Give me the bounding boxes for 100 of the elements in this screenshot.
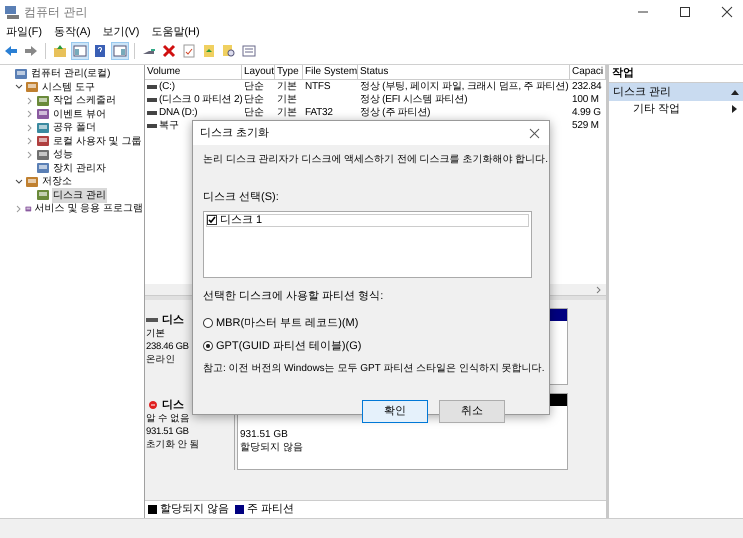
tree-item[interactable]: 이벤트 뷰어 bbox=[52, 106, 107, 122]
node-icon bbox=[36, 148, 50, 162]
radio-label: GPT(GUID 파티션 테이블)(G) bbox=[216, 338, 362, 354]
table-cell: 복구 bbox=[159, 119, 179, 132]
radio-button[interactable] bbox=[203, 340, 213, 351]
forward-arrow-icon bbox=[23, 43, 39, 59]
node-icon bbox=[36, 188, 50, 202]
toolbar-button[interactable] bbox=[111, 42, 129, 60]
partition-text: 할당되지 않음 bbox=[240, 441, 303, 454]
delete-icon bbox=[161, 43, 177, 59]
disk-name: 디스 bbox=[162, 312, 184, 328]
warning-disk-icon bbox=[146, 400, 158, 410]
node-icon bbox=[14, 66, 28, 81]
field-label: 디스크 선택(S): bbox=[203, 190, 279, 205]
table-cell: 단순 bbox=[244, 80, 264, 93]
tree-item[interactable]: 컴퓨터 관리(로컬) bbox=[30, 66, 112, 82]
chevron-right-icon[interactable] bbox=[27, 110, 33, 118]
search-icon bbox=[221, 43, 237, 59]
table-cell: 4.99 G bbox=[572, 106, 601, 119]
table-cell: 단순 bbox=[244, 93, 264, 106]
tree-item[interactable]: 작업 스케줄러 bbox=[52, 93, 117, 108]
menu-item[interactable]: 파일(F) bbox=[6, 24, 42, 40]
table-cell: 기본 bbox=[277, 106, 297, 119]
node-icon bbox=[36, 134, 50, 148]
close-icon[interactable] bbox=[721, 6, 733, 18]
tree-item[interactable]: 서비스 및 응용 프로그램 bbox=[34, 201, 144, 216]
table-cell: (디스크 0 파티션 2) bbox=[159, 93, 242, 106]
disk-info-text: 알 수 없음 bbox=[146, 412, 190, 425]
check-icon bbox=[208, 216, 216, 224]
tree-item[interactable]: 장치 관리자 bbox=[52, 160, 107, 176]
column-header[interactable]: File System bbox=[303, 65, 358, 79]
column-header[interactable]: Type bbox=[275, 65, 303, 79]
disk-name: 디스 bbox=[162, 398, 184, 413]
menu-item[interactable]: 도움말(H) bbox=[151, 24, 200, 40]
table-cell: 100 M bbox=[572, 93, 599, 106]
chevron-right-icon[interactable] bbox=[16, 204, 22, 213]
legend-label: 주 파티션 bbox=[247, 502, 294, 518]
chevron-right-icon[interactable] bbox=[27, 137, 33, 146]
radio-label: MBR(마스터 부트 레코드)(M) bbox=[216, 316, 358, 331]
properties-icon bbox=[241, 43, 257, 59]
radio-button[interactable] bbox=[203, 318, 213, 328]
column-header[interactable]: Capaci bbox=[570, 65, 606, 79]
tree-item[interactable]: 성능 bbox=[52, 147, 74, 162]
table-cell: 단순 bbox=[244, 106, 264, 119]
tree-item[interactable]: 시스템 도구 bbox=[41, 80, 96, 95]
table-cell: FAT32 bbox=[305, 106, 333, 119]
menu-item[interactable]: 동작(A) bbox=[54, 24, 91, 40]
dialog-button[interactable]: 확인 bbox=[362, 400, 428, 423]
action-section-header[interactable]: 디스크 관리 bbox=[609, 83, 743, 101]
disk-info-text: 기본 bbox=[146, 327, 166, 340]
checkbox[interactable] bbox=[207, 215, 217, 225]
tree-item[interactable]: 디스크 관리 bbox=[52, 188, 107, 203]
table-cell: 기본 bbox=[277, 80, 297, 93]
tree-item[interactable]: 공유 폴더 bbox=[52, 120, 97, 136]
tree-item[interactable]: 로컬 사용자 및 그룹 bbox=[52, 134, 142, 149]
table-cell: 정상 (주 파티션) bbox=[360, 106, 430, 119]
table-cell: 232.84 bbox=[572, 80, 602, 93]
table-cell: 정상 (EFI 시스템 파티션) bbox=[360, 93, 468, 106]
node-icon bbox=[36, 107, 50, 122]
table-cell: 기본 bbox=[277, 93, 297, 106]
action-item[interactable]: 기타 작업 bbox=[609, 101, 743, 117]
maximize-icon[interactable] bbox=[679, 6, 691, 18]
toolbar-button[interactable] bbox=[71, 42, 89, 60]
chevron-right-icon[interactable] bbox=[27, 150, 33, 159]
app-icon bbox=[4, 4, 20, 20]
disk-info-text: 초기화 안 됨 bbox=[146, 438, 200, 451]
document-check-icon bbox=[181, 43, 197, 59]
menu-item[interactable]: 보기(V) bbox=[102, 24, 140, 40]
dialog-title: 디스크 초기화 bbox=[200, 126, 270, 141]
panel-icon bbox=[112, 43, 128, 59]
chevron-right-icon[interactable] bbox=[27, 96, 33, 105]
node-icon bbox=[36, 120, 50, 135]
tree-item[interactable]: 저장소 bbox=[41, 174, 73, 190]
chevron-down-icon[interactable] bbox=[15, 84, 23, 90]
partition-text: 931.51 GB bbox=[240, 428, 288, 441]
chevron-right-icon[interactable] bbox=[27, 124, 33, 132]
table-cell: 529 M bbox=[572, 119, 599, 132]
toolbar-button[interactable] bbox=[160, 42, 178, 60]
folder-up-icon bbox=[52, 43, 68, 59]
disk-list[interactable]: 디스크 1 bbox=[203, 210, 532, 278]
node-icon bbox=[25, 174, 39, 189]
help-icon bbox=[92, 43, 108, 59]
close-icon[interactable] bbox=[529, 128, 540, 138]
scroll-right-icon[interactable] bbox=[596, 286, 602, 294]
column-header[interactable]: Layout bbox=[242, 65, 275, 79]
chevron-down-icon[interactable] bbox=[15, 178, 23, 185]
field-label: 선택한 디스크에 사용할 파티션 형식: bbox=[203, 288, 384, 304]
dialog-button[interactable]: 취소 bbox=[439, 400, 505, 423]
node-icon bbox=[25, 80, 39, 94]
table-cell: 정상 (부팅, 페이지 파일, 크래시 덤프, 주 파티션) bbox=[360, 80, 568, 93]
dialog-message: 논리 디스크 관리자가 디스크에 액세스하기 전에 디스크를 초기화해야 합니다. bbox=[203, 153, 548, 167]
note-text: 참고: 이전 버전의 Windows는 모두 GPT 파티션 스타일은 인식하지 못합니다. bbox=[203, 362, 545, 376]
disk-info-text: 온라인 bbox=[146, 353, 176, 366]
column-header[interactable]: Status bbox=[358, 65, 570, 79]
window-title: 컴퓨터 관리 bbox=[24, 4, 88, 21]
collapse-up-icon bbox=[731, 89, 739, 95]
table-cell: DNA (D:) bbox=[159, 106, 198, 119]
node-icon bbox=[36, 94, 50, 108]
disk-list-item[interactable]: 디스크 1 bbox=[206, 214, 529, 226]
column-header[interactable]: Volume bbox=[145, 65, 242, 79]
